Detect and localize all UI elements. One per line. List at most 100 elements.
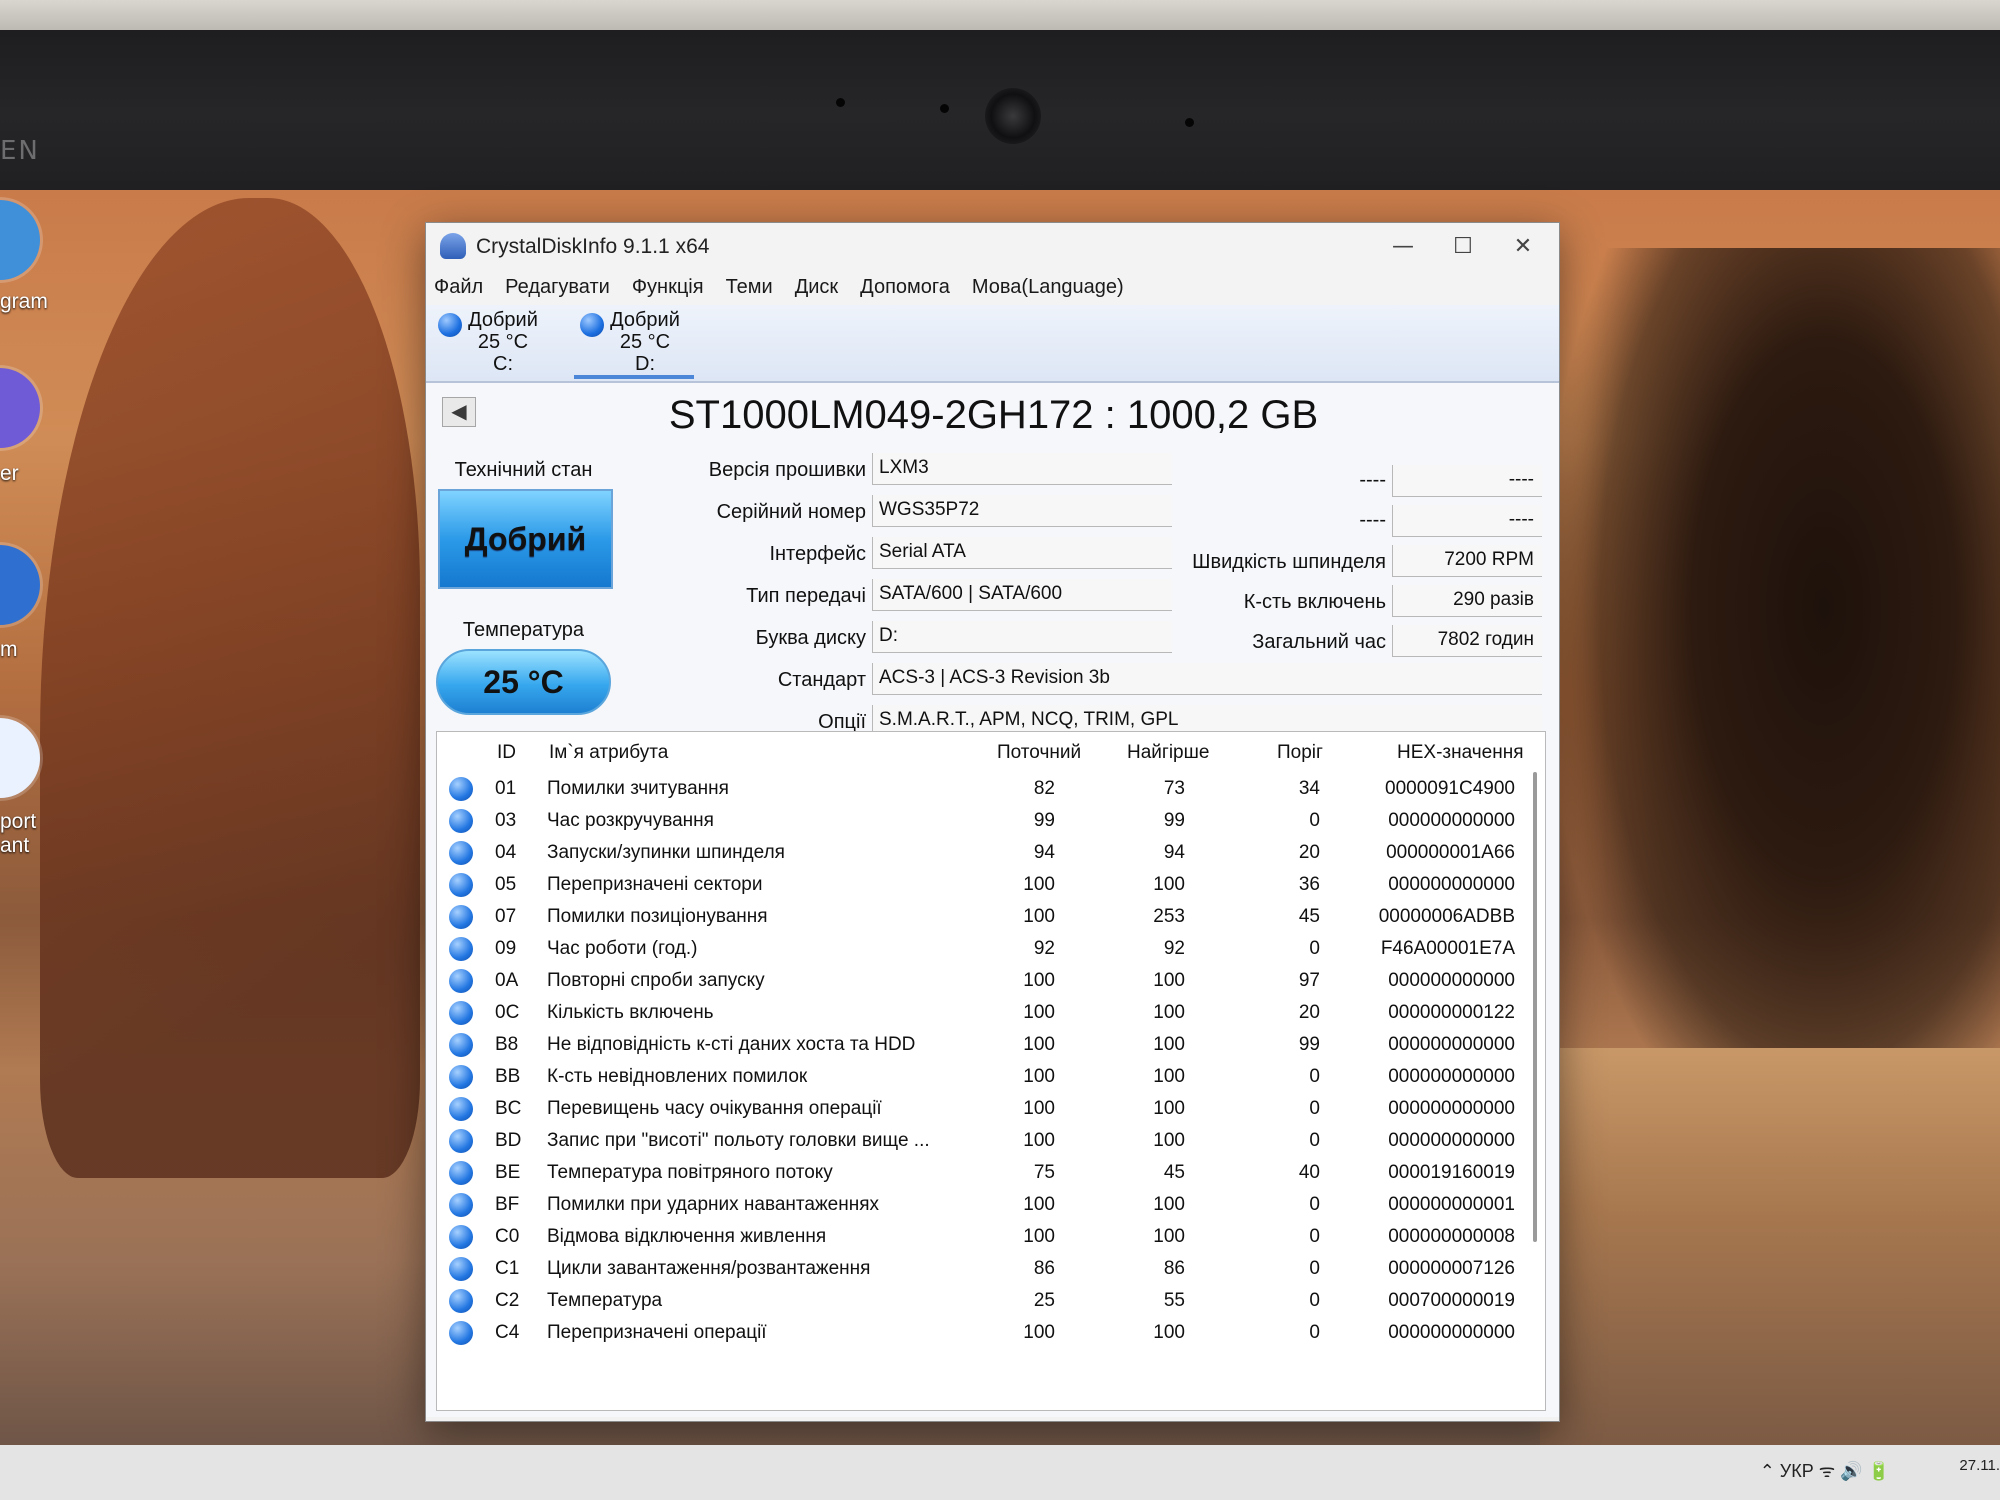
close-button[interactable]: ✕ — [1493, 231, 1553, 263]
menu-language[interactable]: Мова(Language) — [972, 276, 1124, 299]
smart-attributes-table[interactable]: ID Ім`я атрибута Поточний Найгірше Поріг… — [436, 731, 1546, 1411]
rotation-rate-label: Швидкість шпинделя — [1192, 551, 1386, 573]
column-threshold[interactable]: Поріг — [1277, 742, 1323, 764]
attribute-name: Запуски/зупинки шпинделя — [547, 842, 785, 863]
attribute-current: 75 — [1033, 1162, 1055, 1183]
wallpaper-mountain — [40, 198, 420, 1178]
table-row[interactable]: C1 Цикли завантаження/розвантаження 86 86 0 0… — [437, 1252, 1545, 1284]
attribute-threshold: 0 — [1309, 938, 1320, 959]
power-on-count-value: 290 разів — [1392, 585, 1542, 617]
firmware-label: Версія прошивки — [708, 459, 866, 481]
status-good-icon — [449, 1257, 473, 1281]
column-worst[interactable]: Найгірше — [1127, 742, 1209, 764]
table-row[interactable]: 05 Перепризначені сектори 100 100 36 00000000… — [437, 868, 1545, 900]
disk-tab-d[interactable]: Добрий 25 °C D: — [574, 309, 694, 379]
status-good-icon — [449, 1193, 473, 1217]
menu-help[interactable]: Допомога — [860, 276, 950, 299]
system-tray[interactable]: ⌃ УКР ᯤ 🔊 🔋 — [1760, 1459, 1890, 1483]
table-scrollbar[interactable] — [1533, 772, 1537, 1242]
menu-function[interactable]: Функція — [632, 276, 704, 299]
attribute-threshold: 0 — [1309, 1258, 1320, 1279]
attribute-current: 94 — [1033, 842, 1055, 863]
standard-label: Стандарт — [777, 669, 866, 691]
attribute-threshold: 0 — [1309, 1226, 1320, 1247]
sensor-dot — [836, 98, 845, 107]
table-row[interactable]: 0A Повторні спроби запуску 100 100 97 0000000… — [437, 964, 1545, 996]
disk-tab-c[interactable]: Добрий 25 °C C: — [432, 309, 552, 379]
table-row[interactable]: BC Перевищень часу очікування операції 100… — [437, 1092, 1545, 1124]
table-row[interactable]: C4 Перепризначені операції 100 100 0 00000000… — [437, 1316, 1545, 1348]
table-row[interactable]: 03 Час розкручування 99 99 0 000000000000 — [437, 804, 1545, 836]
table-row[interactable]: BE Температура повітряного потоку 75 45 40 00… — [437, 1156, 1545, 1188]
attribute-id: 05 — [495, 874, 517, 895]
health-status-label: Технічний стан — [454, 459, 593, 481]
attribute-current: 86 — [1033, 1258, 1055, 1279]
attribute-name: К-сть невідновлених помилок — [547, 1066, 808, 1087]
table-row[interactable]: BF Помилки при ударних навантаженнях 100 10… — [437, 1188, 1545, 1220]
sensor-dot — [940, 104, 949, 113]
attribute-worst: 100 — [1153, 1034, 1185, 1055]
disk-tabs: Добрий 25 °C C: Добрий 25 °C D: — [426, 305, 1559, 383]
clock-date[interactable]: 27.11. — [1959, 1457, 2000, 1474]
attribute-name: Температура повітряного потоку — [547, 1162, 833, 1183]
title-bar[interactable]: CrystalDiskInfo 9.1.1 x64 — ☐ ✕ — [426, 223, 1559, 269]
standard-value: ACS-3 | ACS-3 Revision 3b — [872, 663, 1542, 695]
disk-model-title: ST1000LM049-2GH172 : 1000,2 GB — [668, 393, 1319, 437]
desktop-icon-label: gram — [0, 290, 48, 313]
status-good-icon — [449, 1065, 473, 1089]
power-on-hours-label: Загальний час — [1252, 631, 1386, 653]
attribute-worst: 100 — [1153, 1066, 1185, 1087]
attribute-name: Повторні спроби запуску — [547, 970, 765, 991]
wallpaper-tree — [1560, 248, 2000, 1148]
table-row[interactable]: 04 Запуски/зупинки шпинделя 94 94 20 00000000… — [437, 836, 1545, 868]
menu-edit[interactable]: Редагувати — [505, 276, 610, 299]
attribute-raw-value: 0000091C4900 — [1385, 778, 1515, 799]
attribute-id: 09 — [495, 938, 517, 959]
table-row[interactable]: C2 Температура 25 55 0 000700000019 — [437, 1284, 1545, 1316]
column-attribute-name[interactable]: Ім`я атрибута — [549, 742, 668, 764]
minimize-button[interactable]: — — [1373, 231, 1433, 263]
health-status-button[interactable]: Добрий — [438, 489, 613, 589]
attribute-worst: 92 — [1163, 938, 1185, 959]
attribute-id: 0C — [495, 1002, 520, 1023]
table-row[interactable]: 0C Кількість включень 100 100 20 000000000122 — [437, 996, 1545, 1028]
unused-label: ---- — [1359, 469, 1386, 491]
table-row[interactable]: C0 Відмова відключення живлення 100 100 0 000… — [437, 1220, 1545, 1252]
attribute-name: Час розкручування — [547, 810, 714, 831]
attribute-threshold: 0 — [1309, 1130, 1320, 1151]
column-raw-values[interactable]: HEX-значення — [1397, 742, 1524, 764]
table-row[interactable]: BD Запис при "висоті" польоту головки вищ… — [437, 1124, 1545, 1156]
table-row[interactable]: 07 Помилки позиціонування 100 253 45 00000006… — [437, 900, 1545, 932]
maximize-button[interactable]: ☐ — [1433, 231, 1493, 263]
attribute-worst: 55 — [1163, 1290, 1185, 1311]
attribute-raw-value: F46A00001E7A — [1380, 938, 1515, 959]
attribute-current: 100 — [1023, 874, 1055, 895]
attribute-raw-value: 000000000000 — [1388, 874, 1515, 895]
column-id[interactable]: ID — [497, 742, 516, 764]
crystaldiskinfo-window: CrystalDiskInfo 9.1.1 x64 — ☐ ✕ Файл Ред… — [425, 222, 1560, 1422]
menu-themes[interactable]: Теми — [726, 276, 773, 299]
attribute-current: 100 — [1023, 1002, 1055, 1023]
disk-tab-letter: C: — [493, 353, 513, 375]
status-good-icon — [449, 1033, 473, 1057]
attribute-threshold: 45 — [1298, 906, 1320, 927]
status-good-icon — [449, 1225, 473, 1249]
table-row[interactable]: 01 Помилки зчитування 82 73 34 0000091C4900 — [437, 772, 1545, 804]
laptop-brand-text: EN — [0, 136, 40, 166]
attribute-threshold: 0 — [1309, 810, 1320, 831]
status-good-icon — [449, 873, 473, 897]
temperature-button[interactable]: 25 °C — [436, 649, 611, 715]
table-row[interactable]: BB К-сть невідновлених помилок 100 100 0 0000… — [437, 1060, 1545, 1092]
attribute-id: BE — [495, 1162, 521, 1183]
menu-disk[interactable]: Диск — [795, 276, 838, 299]
attribute-raw-value: 000000000000 — [1388, 810, 1515, 831]
table-row[interactable]: B8 Не відповідність к-сті даних хоста та … — [437, 1028, 1545, 1060]
attribute-threshold: 0 — [1309, 1066, 1320, 1087]
menu-file[interactable]: Файл — [434, 276, 483, 299]
table-row[interactable]: 09 Час роботи (год.) 92 92 0 F46A00001E7A — [437, 932, 1545, 964]
attribute-worst: 100 — [1153, 970, 1185, 991]
attribute-id: BB — [495, 1066, 521, 1087]
attribute-threshold: 0 — [1309, 1194, 1320, 1215]
column-current[interactable]: Поточний — [997, 742, 1081, 764]
status-good-icon — [449, 1289, 473, 1313]
